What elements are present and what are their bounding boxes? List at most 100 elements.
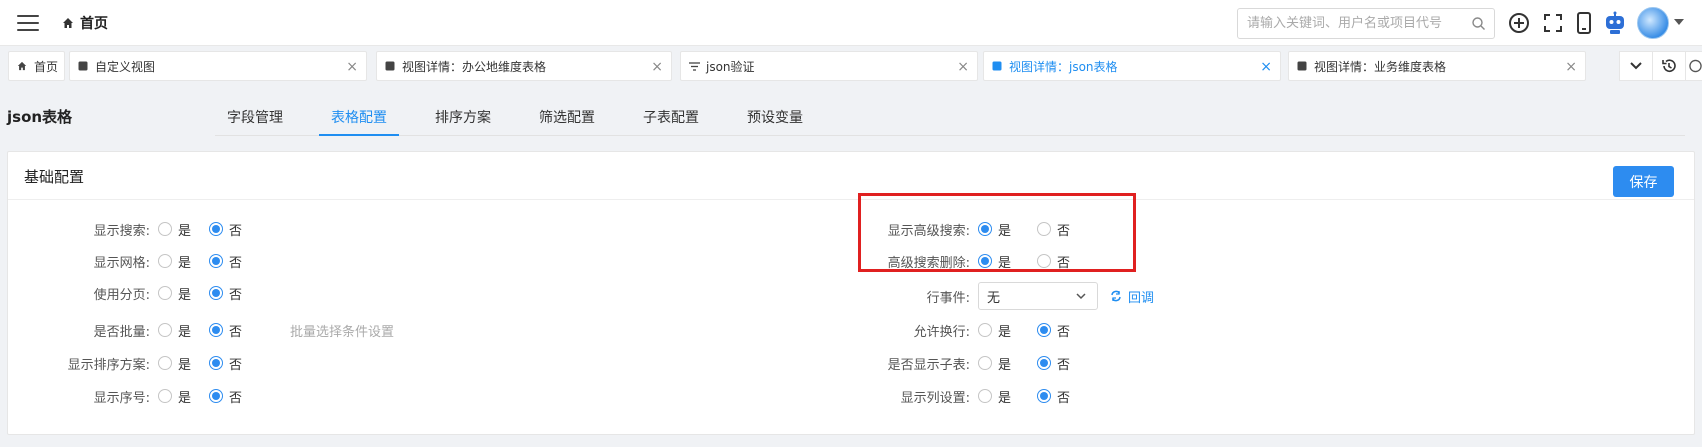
- radio-dot: [1037, 356, 1052, 370]
- radio-no[interactable]: 否: [1037, 387, 1070, 406]
- radio-label: 否: [229, 357, 243, 373]
- radio-label: 是: [178, 287, 192, 303]
- chevron-down-icon: [1076, 293, 1086, 300]
- radio-dot: [158, 286, 172, 300]
- radio-label: 是: [178, 223, 192, 239]
- radio-no[interactable]: 否: [1037, 321, 1070, 340]
- radio-dot: [978, 389, 992, 403]
- radio-yes[interactable]: 是: [158, 321, 191, 340]
- radio-label: 是: [998, 390, 1012, 406]
- row-label: 显示网格:: [93, 255, 150, 271]
- mobile-icon[interactable]: [1572, 11, 1596, 35]
- tab-business-view[interactable]: 视图详情：业务维度表格 ×: [1288, 51, 1586, 81]
- row-label: 是否批量:: [93, 324, 150, 340]
- radio-no[interactable]: 否: [209, 220, 242, 239]
- radio-no[interactable]: 否: [209, 354, 242, 373]
- radio-yes[interactable]: 是: [158, 220, 191, 239]
- close-icon[interactable]: ×: [1260, 59, 1272, 75]
- use-pagination-row: 使用分页: 是 否: [40, 282, 260, 304]
- tab-office-view[interactable]: 视图详情：办公地维度表格 ×: [376, 51, 672, 81]
- top-bar: 首页: [0, 0, 1702, 46]
- radio-no[interactable]: 否: [209, 321, 242, 340]
- batch-row: 是否批量: 是 否 批量选择条件设置: [40, 319, 394, 341]
- radio-yes[interactable]: 是: [978, 354, 1011, 373]
- row-label: 使用分页:: [93, 287, 150, 303]
- batch-condition-link[interactable]: 批量选择条件设置: [290, 321, 394, 340]
- tabs-bar: 首页 自定义视图 × 视图详情：办公地维度表格 × json验证 × 视图详情：…: [0, 47, 1702, 85]
- avatar[interactable]: [1637, 7, 1669, 39]
- search-input[interactable]: [1238, 9, 1466, 38]
- tabs-dropdown-button[interactable]: [1619, 51, 1653, 81]
- panel-title: 基础配置: [24, 168, 85, 186]
- show-subtable-row: 是否显示子表: 是 否: [850, 352, 1088, 374]
- radio-label: 否: [1057, 390, 1071, 406]
- radio-label: 是: [178, 255, 192, 271]
- row-label: 是否显示子表:: [887, 357, 970, 373]
- tab-field-management[interactable]: 字段管理: [215, 107, 295, 136]
- radio-yes[interactable]: 是: [158, 354, 191, 373]
- panel-header: 基础配置 保存: [8, 152, 1694, 200]
- search-box[interactable]: [1237, 8, 1495, 39]
- radio-dot: [209, 356, 224, 370]
- tab-subtable-config[interactable]: 子表配置: [631, 107, 711, 136]
- radio-dot: [158, 323, 172, 337]
- close-icon[interactable]: ×: [957, 59, 969, 75]
- tab-custom-view[interactable]: 自定义视图 ×: [69, 51, 367, 81]
- tab-home[interactable]: 首页: [8, 51, 65, 81]
- radio-yes[interactable]: 是: [978, 321, 1011, 340]
- radio-no[interactable]: 否: [209, 284, 242, 303]
- refresh-icon: [1111, 290, 1121, 302]
- radio-label: 否: [229, 223, 243, 239]
- radio-dot: [1037, 323, 1052, 337]
- show-sort-scheme-row: 显示排序方案: 是 否: [40, 352, 260, 374]
- tab-label: 自定义视图: [95, 59, 156, 74]
- close-icon[interactable]: ×: [651, 59, 663, 75]
- tab-preset-variables[interactable]: 预设变量: [735, 107, 815, 136]
- row-label: 允许换行:: [913, 324, 970, 340]
- close-icon[interactable]: ×: [1565, 59, 1577, 75]
- tab-label: 视图详情：业务维度表格: [1314, 59, 1447, 74]
- history-icon: [1662, 59, 1676, 72]
- callback-link[interactable]: 回调: [1110, 287, 1154, 306]
- radio-dot: [209, 389, 224, 403]
- select-value: 无: [987, 290, 1001, 306]
- row-event-select[interactable]: 无: [978, 282, 1098, 310]
- fullscreen-icon[interactable]: [1541, 11, 1565, 35]
- radio-yes[interactable]: 是: [978, 387, 1011, 406]
- radio-dot: [978, 356, 992, 370]
- row-label: 行事件:: [926, 290, 970, 306]
- view-icon: [385, 61, 397, 71]
- search-icon[interactable]: [1471, 16, 1486, 31]
- chevron-down-icon[interactable]: [1674, 19, 1684, 25]
- save-button[interactable]: 保存: [1613, 166, 1674, 197]
- row-label: 显示排序方案:: [67, 357, 150, 373]
- tab-sort-scheme[interactable]: 排序方案: [423, 107, 503, 136]
- home-icon: [17, 61, 29, 71]
- tab-table-config[interactable]: 表格配置: [319, 107, 399, 136]
- tab-json-validate[interactable]: json验证 ×: [680, 51, 978, 81]
- tab-label: 视图详情：办公地维度表格: [402, 59, 547, 74]
- radio-label: 否: [229, 324, 243, 340]
- robot-icon[interactable]: [1603, 11, 1627, 35]
- page-title: json表格: [7, 108, 73, 126]
- close-all-button[interactable]: [1685, 51, 1702, 81]
- radio-no[interactable]: 否: [209, 387, 242, 406]
- history-button[interactable]: [1652, 51, 1686, 81]
- close-icon[interactable]: ×: [346, 59, 358, 75]
- menu-icon[interactable]: [17, 15, 39, 31]
- radio-no[interactable]: 否: [1037, 354, 1070, 373]
- add-circle-icon[interactable]: [1507, 11, 1531, 35]
- allow-wrap-row: 允许换行: 是 否: [850, 319, 1088, 341]
- radio-yes[interactable]: 是: [158, 284, 191, 303]
- radio-dot: [158, 222, 172, 236]
- show-column-settings-row: 显示列设置: 是 否: [850, 385, 1088, 407]
- radio-dot: [158, 389, 172, 403]
- tab-filter-config[interactable]: 筛选配置: [527, 107, 607, 136]
- radio-label: 否: [1057, 357, 1071, 373]
- radio-yes[interactable]: 是: [158, 387, 191, 406]
- show-index-row: 显示序号: 是 否: [40, 385, 260, 407]
- radio-no[interactable]: 否: [209, 252, 242, 271]
- radio-yes[interactable]: 是: [158, 252, 191, 271]
- tab-json-table[interactable]: 视图详情：json表格 ×: [983, 51, 1281, 81]
- breadcrumb[interactable]: 首页: [62, 13, 108, 33]
